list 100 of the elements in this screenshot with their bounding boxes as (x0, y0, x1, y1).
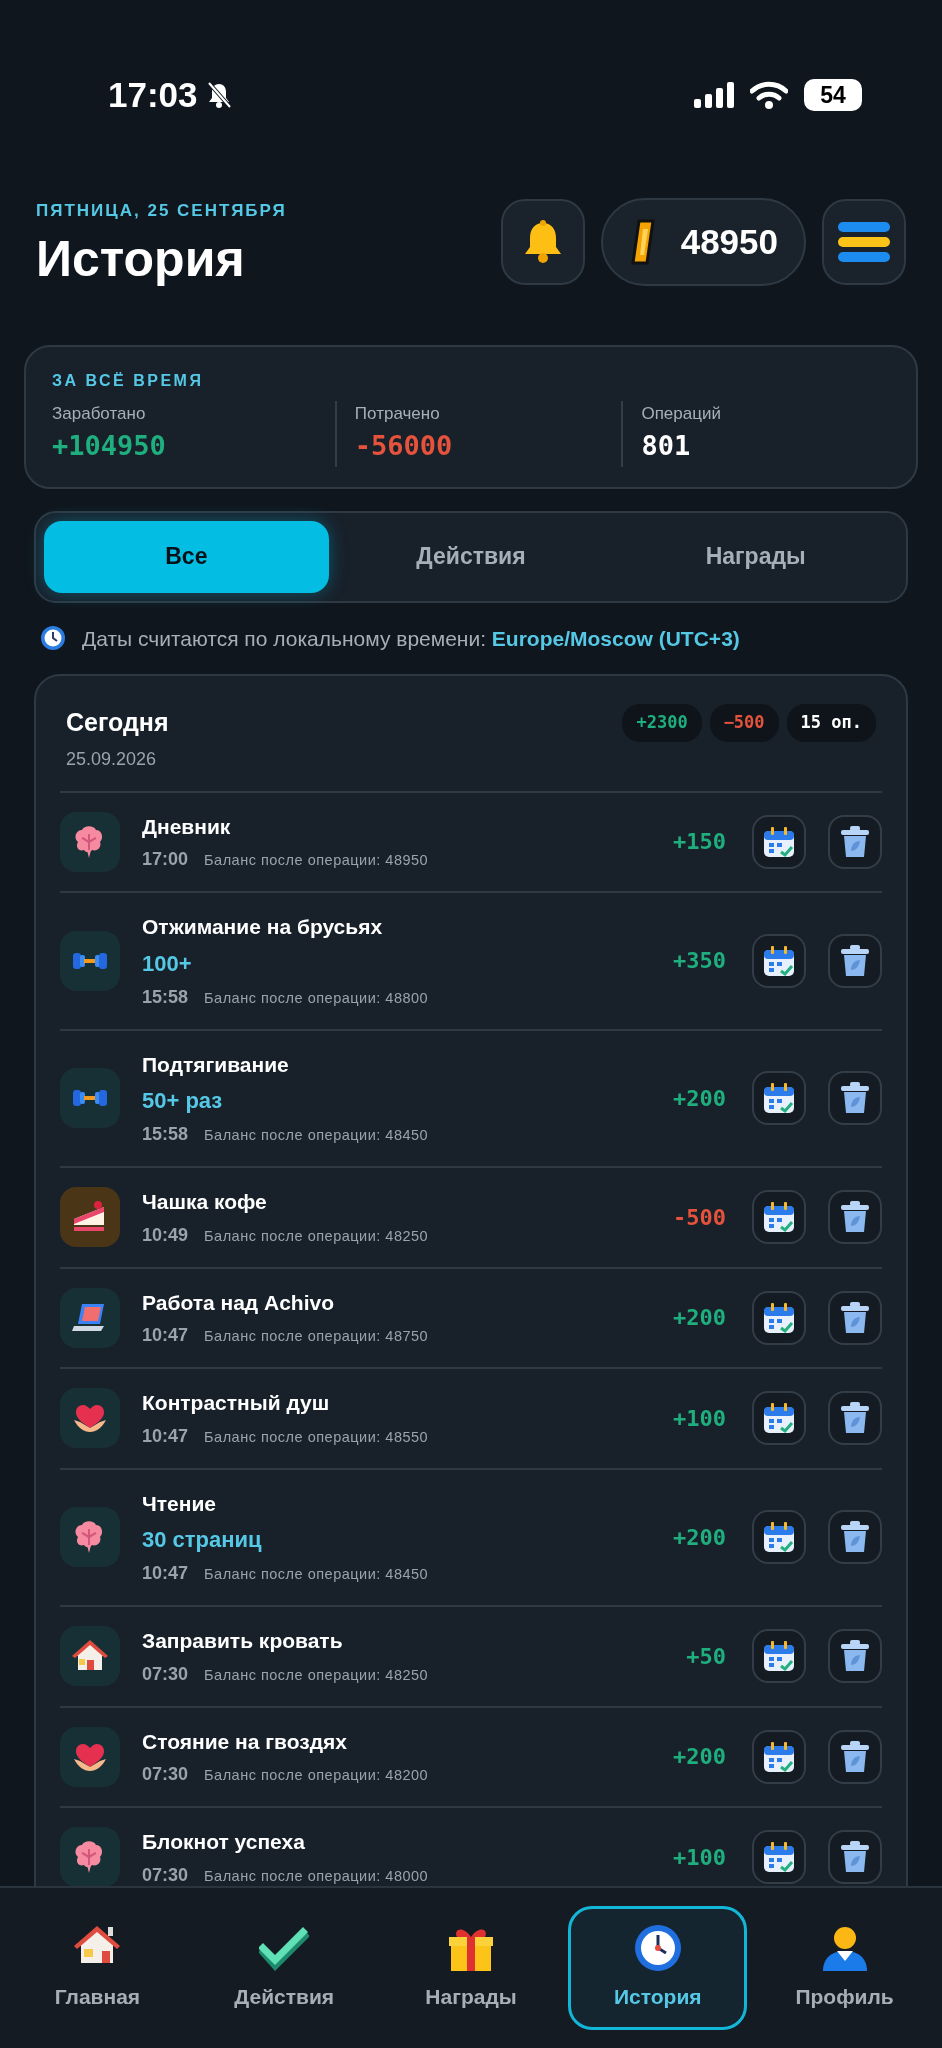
item-balance: Баланс после операции: 48250 (204, 1665, 429, 1685)
day-title: Сегодня (66, 707, 169, 738)
day-date: 25.09.2026 (66, 747, 158, 771)
page-title: История (36, 231, 246, 287)
notifications-button[interactable] (500, 199, 585, 285)
trash-icon (840, 1081, 870, 1116)
wifi-icon (750, 81, 788, 109)
calendar-icon (762, 825, 796, 858)
item-time: 10:47 (142, 1324, 189, 1347)
item-title: Чтение (142, 1490, 217, 1517)
trash-icon (840, 1639, 870, 1674)
item-time: 17:00 (142, 848, 189, 871)
reschedule-button[interactable] (752, 814, 806, 869)
item-balance: Баланс после операции: 48000 (204, 1866, 429, 1886)
item-title: Контрастный душ (142, 1390, 331, 1416)
nav-tab[interactable]: История (568, 1906, 748, 2030)
stat-label: Заработано (52, 402, 147, 425)
nav-tab[interactable]: Профиль (755, 1906, 934, 2030)
nav-tab[interactable]: Действия (194, 1906, 374, 2030)
clock-time: 17:03 (108, 73, 198, 116)
nav-tab[interactable]: Награды (381, 1906, 561, 2030)
item-time: 10:47 (142, 1424, 189, 1448)
filter-tab[interactable]: Все (44, 520, 329, 593)
calendar-icon (762, 1740, 796, 1773)
menu-button[interactable] (822, 199, 906, 285)
coin-icon (628, 219, 657, 265)
stat-label: Операций (641, 402, 722, 425)
item-time: 07:30 (142, 1763, 189, 1786)
item-balance: Баланс после операции: 48800 (204, 988, 429, 1008)
delete-button[interactable] (828, 1290, 882, 1345)
delete-button[interactable] (828, 1391, 882, 1446)
reschedule-button[interactable] (752, 1290, 806, 1345)
item-balance: Баланс после операции: 48450 (204, 1565, 429, 1584)
stat-value: -56000 (354, 429, 454, 463)
reschedule-button[interactable] (752, 1510, 806, 1565)
delete-button[interactable] (828, 1830, 882, 1885)
delete-button[interactable] (828, 1071, 882, 1126)
item-subtitle: 50+ раз (142, 1087, 224, 1115)
item-amount: +50 (686, 1642, 726, 1671)
trash-icon (840, 824, 870, 859)
reschedule-button[interactable] (752, 1391, 806, 1446)
filter-tab[interactable]: Действия (328, 520, 614, 593)
reschedule-button[interactable] (752, 1071, 806, 1126)
delete-button[interactable] (828, 814, 882, 869)
item-amount: +100 (673, 1404, 726, 1433)
trash-icon (840, 943, 870, 978)
stat-value: 801 (641, 429, 692, 463)
reschedule-button[interactable] (752, 933, 806, 988)
calendar-icon (762, 1402, 796, 1435)
delete-button[interactable] (828, 1190, 882, 1245)
stat-label: Потрачено (354, 402, 441, 425)
calendar-icon (762, 944, 796, 977)
calendar-icon (762, 1201, 796, 1234)
item-balance: Баланс после операции: 48750 (204, 1327, 429, 1346)
delete-button[interactable] (828, 1729, 882, 1784)
delete-button[interactable] (828, 1629, 882, 1684)
item-time: 15:58 (142, 985, 189, 1009)
item-title: Подтягивание (142, 1051, 290, 1078)
delete-button[interactable] (828, 1510, 882, 1565)
header-date: ПЯТНИЦА, 25 СЕНТЯБРЯ (36, 200, 287, 222)
stat-value: +104950 (52, 429, 167, 463)
delete-button[interactable] (828, 933, 882, 988)
reschedule-button[interactable] (752, 1190, 806, 1245)
item-title: Работа над Achivo (142, 1289, 336, 1316)
item-title: Дневник (142, 813, 232, 840)
calendar-icon (762, 1082, 796, 1115)
item-amount: +200 (673, 1084, 726, 1113)
calendar-icon (762, 1841, 796, 1874)
item-title: Отжимание на брусьях (142, 914, 384, 940)
muted-bell-icon (205, 81, 232, 109)
summary-title: ЗА ВСЁ ВРЕМЯ (52, 370, 205, 391)
item-time: 07:30 (142, 1662, 189, 1686)
trash-icon (840, 1200, 870, 1235)
day-total-chip: −500 (709, 704, 779, 742)
trash-icon (840, 1840, 870, 1875)
reschedule-button[interactable] (752, 1729, 806, 1784)
filter-tab[interactable]: Награды (613, 520, 898, 593)
reschedule-button[interactable] (752, 1629, 806, 1684)
item-title: Чашка кофе (142, 1189, 268, 1215)
calendar-icon (762, 1521, 796, 1554)
timezone-note: Даты считаются по локальному времени: Europe/Moscow (UTC+3) (82, 625, 740, 652)
nav-tab[interactable]: Главная (8, 1906, 187, 2030)
calendar-icon (762, 1301, 796, 1334)
reschedule-button[interactable] (752, 1830, 806, 1885)
item-balance: Баланс после операции: 48200 (204, 1766, 429, 1785)
item-amount: +100 (673, 1843, 726, 1872)
trash-icon (840, 1401, 870, 1436)
coin-balance-button[interactable]: 48950 (600, 198, 806, 286)
signal-icon (694, 82, 734, 108)
item-amount: +350 (673, 947, 726, 976)
item-balance: Баланс после операции: 48250 (204, 1226, 429, 1246)
item-time: 07:30 (142, 1863, 189, 1887)
menu-icon (838, 222, 890, 262)
day-total-chip: +2300 (622, 704, 702, 742)
item-balance: Баланс после операции: 48550 (204, 1427, 429, 1447)
item-time: 10:47 (142, 1562, 189, 1585)
item-subtitle: 30 страниц (142, 1526, 263, 1554)
calendar-icon (762, 1640, 796, 1673)
item-amount: +200 (673, 1304, 726, 1333)
trash-icon (840, 1520, 870, 1555)
